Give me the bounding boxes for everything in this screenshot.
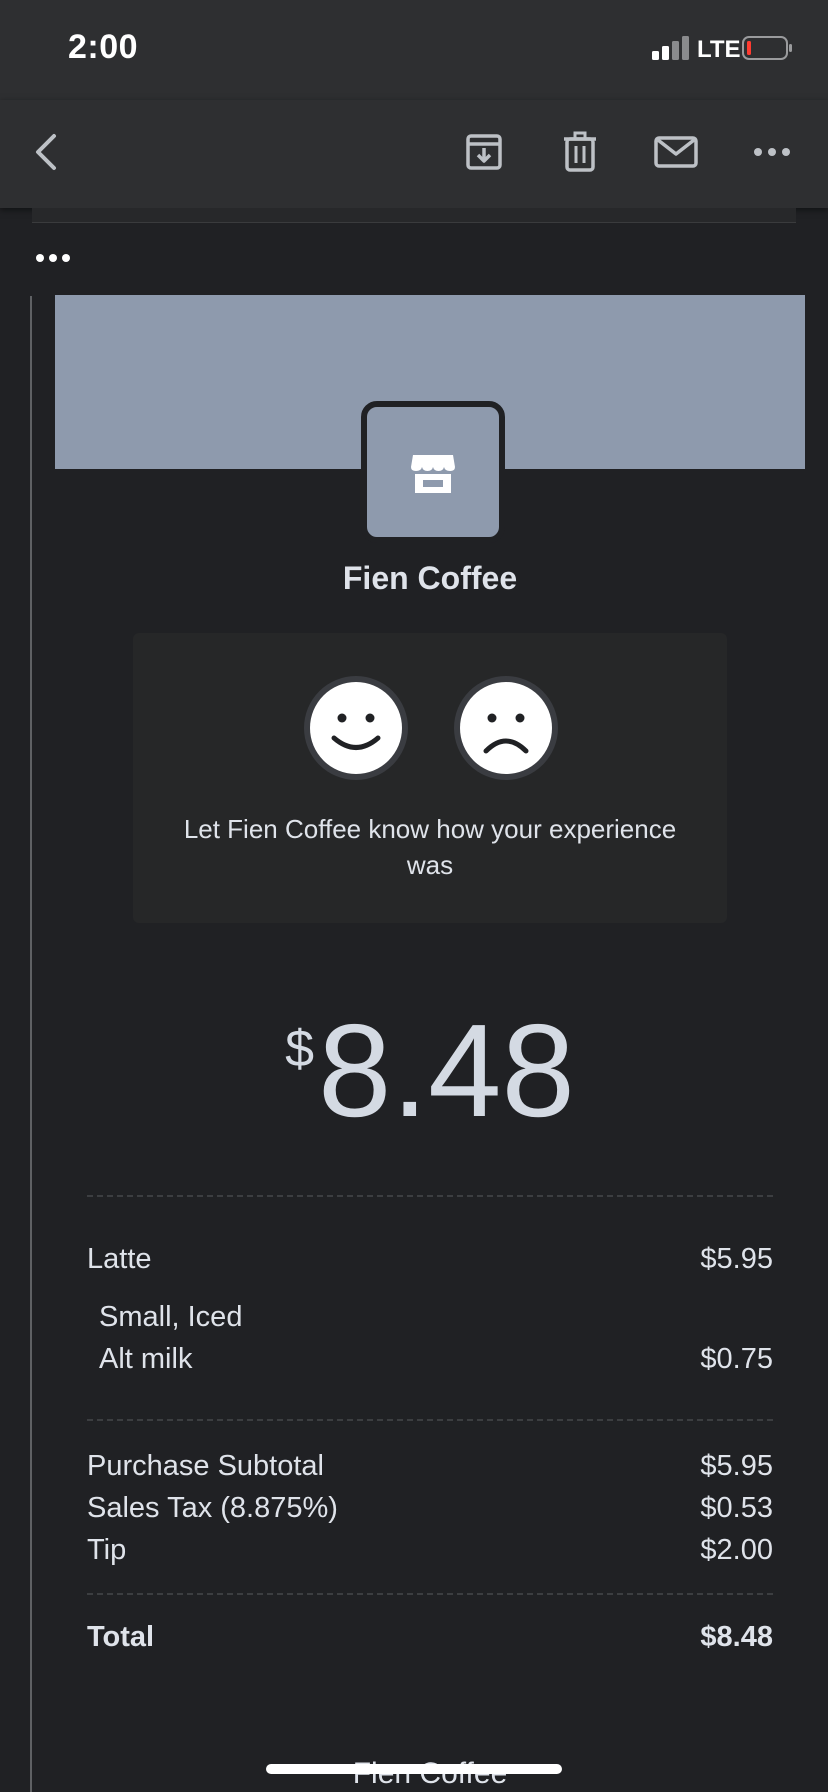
collapsed-message-edge: [32, 208, 796, 223]
storefront-icon: [411, 455, 455, 493]
home-indicator[interactable]: [266, 1764, 562, 1774]
dashed-divider: [87, 1593, 773, 1595]
feedback-panel: Let Fien Coffee know how your experience…: [133, 633, 727, 923]
total-label: Total: [87, 1621, 155, 1653]
smiley-face-icon[interactable]: [301, 673, 411, 783]
summary-value: $5.95: [700, 1450, 773, 1482]
quote-rule: [30, 296, 32, 1792]
dashed-divider: [87, 1195, 773, 1197]
email-toolbar: [0, 100, 828, 208]
total-amount-display: $8.48: [55, 1005, 805, 1137]
merchant-logo: [361, 401, 505, 543]
dashed-divider: [87, 1419, 773, 1421]
network-type: LTE: [697, 36, 741, 63]
line-item-label: Alt milk: [99, 1343, 193, 1375]
archive-icon[interactable]: [460, 128, 508, 176]
more-horizontal-icon[interactable]: [748, 128, 796, 176]
line-item-label: Latte: [87, 1243, 152, 1275]
email-screen: 2:00 LTE Fien Coffee Let Fien Coffee kno…: [0, 0, 828, 1792]
receipt-card: Fien Coffee Let Fien Coffee know how you…: [55, 295, 805, 1792]
cellular-signal-icon: [652, 36, 689, 60]
summary-value: $2.00: [700, 1534, 773, 1566]
line-item-price: $5.95: [700, 1243, 773, 1275]
show-trimmed-content-icon[interactable]: [34, 246, 74, 270]
amount-value: 8.48: [318, 997, 575, 1144]
summary-label: Tip: [87, 1534, 127, 1566]
line-item-label: Small, Iced: [99, 1301, 243, 1333]
chevron-left-icon[interactable]: [22, 128, 70, 176]
status-time: 2:00: [68, 28, 139, 66]
summary-label: Purchase Subtotal: [87, 1450, 324, 1482]
total-value: $8.48: [700, 1621, 773, 1653]
amount-currency: $: [285, 1020, 314, 1078]
battery-icon: [742, 36, 792, 60]
merchant-name: Fien Coffee: [342, 560, 518, 596]
footer-merchant-name: Fien Coffee: [55, 1757, 805, 1791]
frown-face-icon[interactable]: [451, 673, 561, 783]
feedback-prompt: Let Fien Coffee know how your experience…: [183, 814, 677, 880]
status-bar: 2:00 LTE: [0, 0, 828, 100]
mail-icon[interactable]: [652, 128, 700, 176]
summary-value: $0.53: [700, 1492, 773, 1524]
line-item-price: $0.75: [700, 1343, 773, 1375]
summary-label: Sales Tax (8.875%): [87, 1492, 338, 1524]
trash-icon[interactable]: [556, 128, 604, 176]
